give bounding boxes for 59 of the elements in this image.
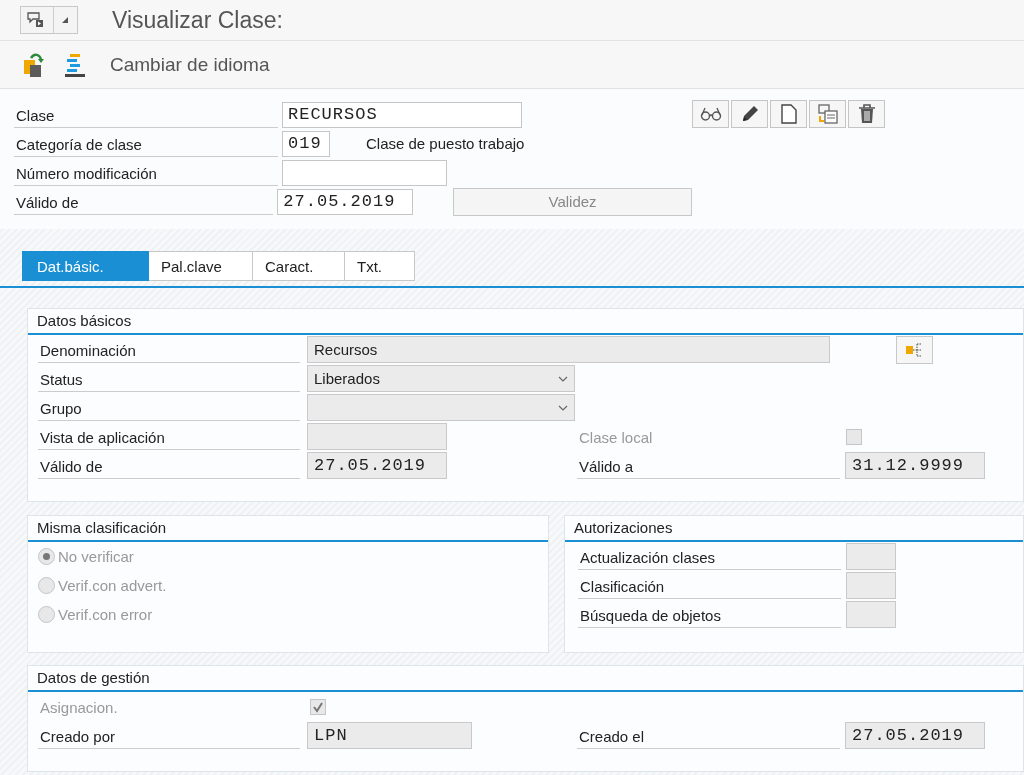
- field-label: Grupo: [38, 394, 300, 421]
- menu-button[interactable]: [20, 6, 78, 34]
- input-field[interactable]: 27.05.2019: [307, 452, 447, 479]
- field-label: Válido de: [38, 452, 300, 479]
- input-field[interactable]: 27.05.2019: [845, 722, 985, 749]
- tab[interactable]: Txt.: [345, 251, 415, 281]
- input-field[interactable]: [846, 543, 896, 570]
- input-field[interactable]: [307, 423, 447, 450]
- comment-icon: [27, 12, 45, 28]
- edit-button[interactable]: [731, 100, 768, 128]
- windows-icon: [817, 104, 838, 124]
- field-label: Categoría de clase: [14, 130, 278, 157]
- input-field[interactable]: 31.12.9999: [845, 452, 985, 479]
- input-field[interactable]: [282, 159, 447, 186]
- display-button[interactable]: [692, 100, 729, 128]
- category-description: Clase de puesto trabajo: [366, 135, 525, 152]
- dropdown-field[interactable]: [307, 394, 575, 421]
- section-title: Misma clasificación: [28, 516, 548, 542]
- input-field[interactable]: Recursos: [307, 336, 830, 363]
- document-icon: [780, 104, 797, 124]
- delete-button[interactable]: [848, 100, 885, 128]
- tab[interactable]: Pal.clave: [149, 251, 253, 281]
- hierarchy-button[interactable]: [896, 335, 933, 364]
- field-label: Válido a: [577, 452, 840, 479]
- field-label: Vista de aplicación: [38, 423, 300, 450]
- field-label: Búsqueda de objetos: [578, 601, 841, 628]
- field-label: Status: [38, 365, 300, 392]
- tab[interactable]: Dat.básic.: [22, 251, 149, 281]
- field-label: Asignacion.: [39, 698, 119, 718]
- tab[interactable]: Caract.: [253, 251, 345, 281]
- change-language-button[interactable]: Cambiar de idioma: [110, 53, 270, 76]
- pencil-icon: [740, 105, 759, 123]
- input-field[interactable]: [846, 572, 896, 599]
- field-label: Creado el: [577, 722, 840, 749]
- field-label: Actualización clases: [578, 543, 841, 570]
- field-label: Clase: [14, 101, 278, 128]
- field-label: Clasificación: [578, 572, 841, 599]
- field-label: Denominación: [38, 336, 300, 363]
- input-field[interactable]: 019: [282, 130, 330, 157]
- section-title: Datos de gestión: [28, 666, 1023, 692]
- input-field[interactable]: RECURSOS: [282, 101, 522, 128]
- field-label: Válido de: [14, 188, 274, 215]
- field-label: Creado por: [38, 722, 300, 749]
- window-title: Visualizar Clase:: [112, 6, 283, 34]
- field-label: Número modificación: [14, 159, 278, 186]
- chevron-down-icon: [558, 404, 568, 411]
- input-field[interactable]: [846, 601, 896, 628]
- glasses-icon: [699, 107, 722, 121]
- dropdown-field[interactable]: Liberados: [307, 365, 575, 392]
- copy-button[interactable]: [809, 100, 846, 128]
- section-title: Autorizaciones: [565, 516, 1023, 542]
- caret-icon: [62, 17, 68, 23]
- input-field[interactable]: LPN: [307, 722, 472, 749]
- trash-icon: [857, 104, 876, 124]
- list-icon[interactable]: [62, 51, 88, 78]
- field-label: Clase local: [578, 428, 654, 448]
- create-button[interactable]: [770, 100, 807, 128]
- input-field[interactable]: 27.05.2019: [277, 188, 414, 215]
- chevron-down-icon: [558, 375, 568, 382]
